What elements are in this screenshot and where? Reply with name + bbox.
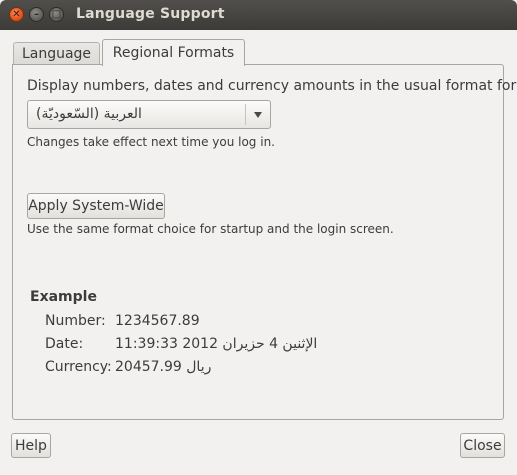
title-bar: ✕ – □ Language Support (0, 0, 517, 30)
apply-note: Use the same format choice for startup a… (27, 222, 394, 236)
example-number-row: Number: 1234567.89 (45, 313, 200, 329)
example-number-value: 1234567.89 (115, 313, 200, 329)
maximize-icon[interactable]: □ (49, 7, 64, 22)
combobox-separator (245, 104, 246, 125)
close-icon[interactable]: ✕ (9, 7, 24, 22)
example-currency-label: Currency: (45, 359, 112, 375)
example-heading: Example (30, 289, 97, 305)
help-button[interactable]: Help (11, 433, 51, 458)
language-support-window: ✕ – □ Language Support Language Regional… (0, 0, 517, 475)
apply-system-wide-button[interactable]: Apply System-Wide (27, 193, 165, 219)
example-date-row: Date: الإثنين 4 حزيران 2012 11:39:33 (45, 336, 317, 352)
example-date-label: Date: (45, 336, 84, 352)
example-currency-row: Currency: ريال 20457.99 (45, 359, 211, 375)
format-combobox-value: العربية (السّعوديّة) (36, 106, 142, 122)
example-currency-value: ريال 20457.99 (115, 359, 212, 375)
minimize-icon[interactable]: – (29, 7, 44, 22)
change-note: Changes take effect next time you log in… (27, 135, 275, 149)
example-date-value: الإثنين 4 حزيران 2012 11:39:33 (115, 336, 318, 352)
format-description: Display numbers, dates and currency amou… (27, 78, 517, 94)
tab-regional-formats[interactable]: Regional Formats (102, 39, 245, 66)
chevron-down-icon (254, 112, 262, 118)
window-title: Language Support (76, 6, 225, 22)
close-button[interactable]: Close (460, 433, 505, 458)
format-combobox[interactable]: العربية (السّعوديّة) (27, 100, 271, 129)
tab-language[interactable]: Language (13, 42, 100, 65)
example-number-label: Number: (45, 313, 106, 329)
